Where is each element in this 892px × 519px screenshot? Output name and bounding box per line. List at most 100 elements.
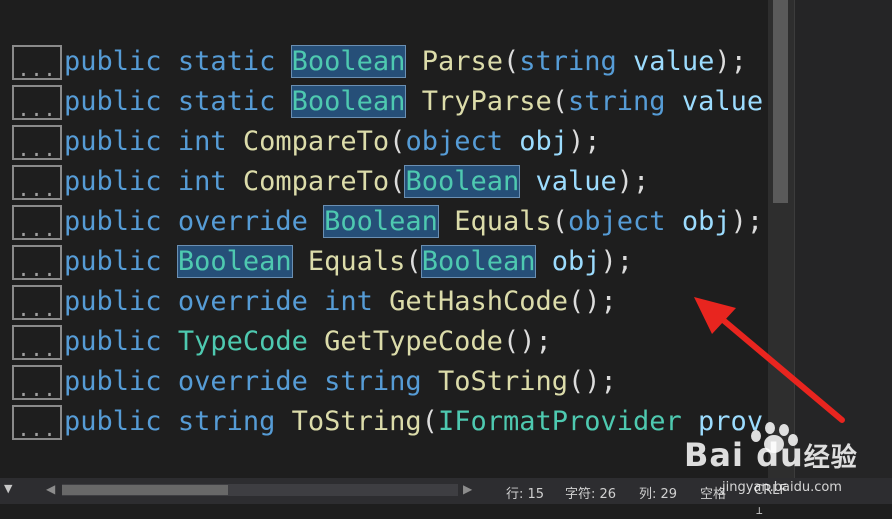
code-token: ( [421, 406, 438, 437]
fold-collapse-marker[interactable]: ... [12, 285, 62, 321]
code-line[interactable]: ... public int CompareTo(Boolean value); [0, 162, 768, 202]
code-text: public override string ToString(); [64, 362, 617, 402]
code-line[interactable]: ... public static Boolean Parse(string va… [0, 42, 768, 82]
watermark-brand: Bai du经验 [684, 436, 858, 474]
code-token: CompareTo [242, 166, 390, 197]
fold-collapse-marker[interactable]: ... [12, 205, 62, 241]
code-token: ); [714, 46, 747, 77]
vertical-scrollbar[interactable] [768, 0, 794, 478]
side-panel [794, 0, 892, 478]
code-line[interactable]: ... public override string ToString(); [0, 362, 768, 402]
code-token: (); [567, 366, 617, 397]
code-line[interactable]: ... public override int GetHashCode(); [0, 282, 768, 322]
zoom-dropdown-icon[interactable]: ▼ [4, 482, 12, 495]
code-token: object [405, 126, 503, 157]
code-token: obj [551, 246, 601, 277]
code-line[interactable]: ... public string ToString(IFormatProvide… [0, 402, 768, 442]
code-token: string [568, 86, 666, 117]
horizontal-scrollbar-thumb[interactable] [62, 485, 228, 495]
code-token: int [324, 286, 373, 317]
code-token: ToString [291, 406, 422, 437]
code-token: IFormatProvider [437, 406, 682, 437]
fold-collapse-marker[interactable]: ... [12, 165, 62, 201]
resize-grip-icon[interactable]: ⊥ [756, 504, 763, 517]
code-token: public [64, 86, 162, 117]
code-token: public [64, 246, 162, 277]
vertical-scrollbar-thumb[interactable] [773, 0, 788, 203]
code-token: obj [681, 206, 731, 237]
editor-bottom-area [0, 460, 768, 478]
code-token: (); [502, 326, 552, 357]
code-token: public [64, 46, 162, 77]
code-token: GetHashCode [389, 286, 568, 317]
code-token: public [64, 366, 162, 397]
code-token: ); [616, 166, 650, 197]
watermark-url: jingyan.baidu.com [722, 480, 842, 495]
code-token: ( [389, 126, 406, 157]
code-token: ); [730, 206, 764, 237]
code-text: public static Boolean TryParse(string va… [64, 82, 768, 122]
code-token: Equals [454, 206, 552, 237]
fold-collapse-marker[interactable]: ... [12, 125, 62, 161]
scroll-right-icon[interactable]: ▶ [463, 482, 472, 496]
code-token: public [64, 166, 162, 197]
status-line: 行: 15 [506, 487, 545, 502]
code-text: public override int GetHashCode(); [64, 282, 617, 322]
fold-collapse-marker[interactable]: ... [12, 45, 62, 81]
scroll-left-icon[interactable]: ◀ [46, 482, 55, 496]
code-token: ( [389, 166, 406, 197]
highlighted-token: Boolean [323, 205, 439, 238]
code-text: public Boolean Equals(Boolean obj); [64, 242, 633, 282]
code-token: prov [698, 406, 764, 437]
code-line[interactable]: ... public int CompareTo(object obj); [0, 122, 768, 162]
code-text: public static Boolean Parse(string value… [64, 42, 747, 82]
code-line[interactable]: ... public Boolean Equals(Boolean obj); [0, 242, 768, 282]
code-token: value [535, 166, 617, 197]
code-line[interactable]: ... public TypeCode GetTypeCode(); [0, 322, 768, 362]
code-token: public [64, 126, 162, 157]
code-token: (); [567, 286, 617, 317]
code-text: public TypeCode GetTypeCode(); [64, 322, 552, 362]
fold-collapse-marker[interactable]: ... [12, 85, 62, 121]
code-token: GetTypeCode [324, 326, 503, 357]
code-token: public [64, 206, 162, 237]
code-token: TryParse [421, 86, 552, 117]
code-line[interactable]: ... public static Boolean TryParse(string… [0, 82, 768, 122]
code-text: public int CompareTo(Boolean value); [64, 162, 649, 202]
code-token: ); [568, 126, 601, 157]
fold-collapse-marker[interactable]: ... [12, 365, 62, 401]
code-token: override [177, 366, 308, 397]
code-token: string [177, 406, 276, 437]
code-text: public override Boolean Equals(object ob… [64, 202, 763, 242]
fold-collapse-marker[interactable]: ... [12, 245, 62, 281]
code-token: public [64, 286, 162, 317]
code-editor[interactable]: ... public static Boolean Parse(string va… [0, 0, 768, 478]
code-text: public string ToString(IFormatProvider p… [64, 402, 763, 442]
code-line[interactable]: ... public override Boolean Equals(object… [0, 202, 768, 242]
code-text: public int CompareTo(object obj); [64, 122, 601, 162]
fold-collapse-marker[interactable]: ... [12, 405, 62, 441]
code-token: CompareTo [242, 126, 390, 157]
highlighted-token: Boolean [290, 85, 407, 118]
code-token: ( [551, 86, 568, 117]
highlighted-token: Boolean [290, 45, 407, 78]
fold-collapse-marker[interactable]: ... [12, 325, 62, 361]
